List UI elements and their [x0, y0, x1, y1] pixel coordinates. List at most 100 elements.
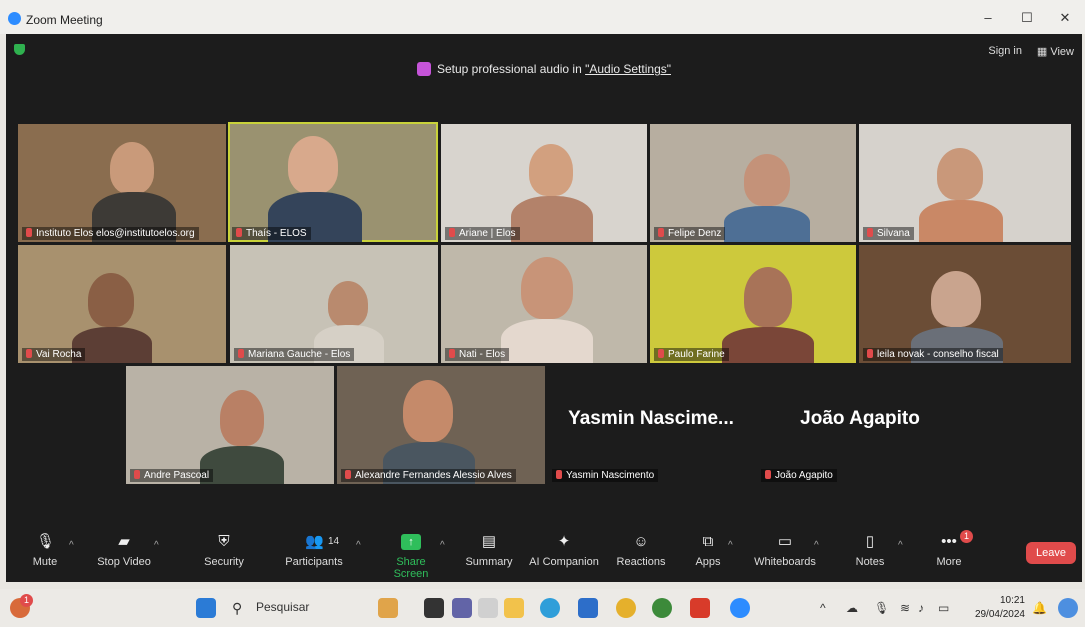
sign-in-link[interactable]: Sign in [988, 45, 1022, 57]
clock-date: 29/04/2024 [974, 609, 1025, 620]
mic-muted-icon [238, 349, 244, 358]
whiteboard-icon: ▭ [777, 533, 793, 550]
leave-button[interactable]: Leave [1026, 542, 1076, 564]
participant-name: João Agapito [761, 469, 837, 482]
view-button[interactable]: ▦ View [1037, 45, 1074, 58]
windows-start-icon[interactable] [196, 598, 216, 618]
meeting-window: Sign in ▦ View Setup professional audio … [6, 34, 1082, 582]
video-camera-icon: ▰ [118, 533, 130, 550]
grid-icon: ▦ [1036, 46, 1051, 58]
video-tile[interactable]: Felipe Denz [650, 124, 856, 242]
participant-video [744, 154, 790, 206]
chrome-icon[interactable] [616, 598, 636, 618]
stop-video-button[interactable]: ▰ Stop Video [94, 533, 154, 569]
video-tile[interactable]: leila novak - conselho fiscal [859, 245, 1071, 363]
participant-video [529, 144, 573, 196]
mic-muted-icon [449, 228, 455, 237]
whiteboards-options-caret[interactable]: ^ [814, 540, 819, 551]
maximize-button[interactable]: ☐ [1017, 10, 1037, 26]
video-tile[interactable]: Andre Pascoal [126, 366, 334, 484]
wifi-icon[interactable]: ≋ [900, 601, 910, 615]
music-note-icon [416, 62, 431, 76]
zoom-taskbar-icon[interactable] [730, 598, 750, 618]
microphone-tray-icon[interactable]: 🎙 [874, 601, 889, 615]
task-view-icon[interactable] [424, 598, 444, 618]
participants-options-caret[interactable]: ^ [356, 540, 361, 551]
speaker-icon[interactable]: ♪ [918, 601, 924, 615]
participant-name: Silvana [863, 227, 914, 240]
mic-muted-icon [449, 349, 455, 358]
video-tile[interactable]: Alexandre Fernandes Alessio Alves [337, 366, 545, 484]
teams-icon[interactable] [452, 598, 472, 618]
participants-icon: 👥 [305, 533, 324, 550]
more-notification-badge: 1 [960, 530, 973, 543]
audio-settings-link[interactable]: "Audio Settings" [585, 62, 671, 76]
news-icon[interactable] [378, 598, 398, 618]
audio-options-caret[interactable]: ^ [69, 540, 74, 551]
whiteboards-button[interactable]: ▭ Whiteboards [752, 533, 818, 569]
participant-display-name: Yasmin Nascime... [568, 408, 734, 429]
window-titlebar: Zoom Meeting – ☐ ✕ [0, 0, 1085, 34]
ai-companion-button[interactable]: ✦ AI Companion [528, 534, 600, 569]
participant-name: leila novak - conselho fiscal [863, 348, 1003, 361]
tray-chevron-icon[interactable]: ^ [820, 601, 826, 615]
mute-button[interactable]: 🎙 Mute [28, 534, 62, 569]
mic-muted-icon [765, 470, 771, 479]
edge-browser-icon[interactable] [540, 598, 560, 618]
notification-bell-icon[interactable]: 🔔 [1032, 601, 1047, 615]
participant-name: Thaís - ELOS [232, 227, 311, 240]
app-icon[interactable] [478, 598, 498, 618]
participant-video [937, 148, 983, 200]
taskbar-clock[interactable]: 10:21 29/04/2024 [975, 594, 1025, 622]
apps-icon: ⧉ [702, 533, 714, 550]
video-tile[interactable]: Paulo Farine [650, 245, 856, 363]
participant-display-name: João Agapito [800, 408, 920, 429]
apps-button[interactable]: ⧉ Apps [690, 533, 726, 569]
notes-icon: ▯ [865, 533, 875, 550]
notes-button[interactable]: ▯ Notes [852, 533, 888, 569]
video-tile-video-off[interactable]: João Agapito João Agapito [757, 366, 963, 484]
mic-muted-icon [345, 470, 351, 479]
video-tile[interactable]: Vai Rocha [18, 245, 226, 363]
video-tile[interactable]: Ariane | Elos [441, 124, 647, 242]
share-options-caret[interactable]: ^ [440, 540, 445, 551]
banner-text: Setup professional audio in [436, 62, 586, 76]
mic-muted-icon [658, 349, 664, 358]
video-tile-active-speaker[interactable]: Thaís - ELOS [228, 122, 438, 242]
participant-name: Vai Rocha [22, 348, 86, 361]
video-tile-video-off[interactable]: Yasmin Nascime... Yasmin Nascimento [548, 366, 754, 484]
mic-muted-icon [867, 228, 873, 237]
cloud-icon[interactable]: ☁ [846, 601, 858, 615]
minimize-button[interactable]: – [978, 10, 998, 26]
battery-icon[interactable]: ▭ [938, 601, 949, 615]
mic-muted-icon [556, 470, 562, 479]
file-explorer-icon[interactable] [504, 598, 524, 618]
notes-options-caret[interactable]: ^ [898, 540, 903, 551]
video-tile[interactable]: Silvana [859, 124, 1071, 242]
shield-icon: ⛨ [218, 533, 230, 550]
summary-button[interactable]: ▤ Summary [464, 534, 514, 569]
close-button[interactable]: ✕ [1055, 10, 1075, 26]
participant-video [110, 142, 154, 194]
store-icon[interactable] [578, 598, 598, 618]
participants-count: 14 [328, 536, 340, 547]
video-tile[interactable]: Nati - Elos [441, 245, 647, 363]
chrome-profile-icon[interactable] [652, 598, 672, 618]
taskbar-search-input[interactable]: Pesquisar [256, 600, 309, 614]
view-label: View [1050, 46, 1074, 58]
encryption-shield-icon[interactable] [14, 44, 25, 55]
video-tile[interactable]: Mariana Gauche - Elos [230, 245, 438, 363]
reactions-button[interactable]: ☺ Reactions [614, 534, 668, 569]
mic-muted-icon [658, 228, 664, 237]
participant-video [220, 390, 264, 446]
apps-options-caret[interactable]: ^ [728, 540, 733, 551]
copilot-icon[interactable] [1058, 598, 1078, 618]
security-button[interactable]: ⛨ Security [202, 533, 246, 569]
video-tile[interactable]: Instituto Elos elos@institutoelos.org [18, 124, 226, 242]
video-options-caret[interactable]: ^ [154, 540, 159, 551]
acrobat-icon[interactable] [690, 598, 710, 618]
mic-muted-icon [134, 470, 140, 479]
search-icon[interactable]: ⚲ [232, 600, 248, 616]
share-screen-button[interactable]: ↑ Share Screen [379, 534, 443, 580]
participant-video [403, 380, 453, 442]
